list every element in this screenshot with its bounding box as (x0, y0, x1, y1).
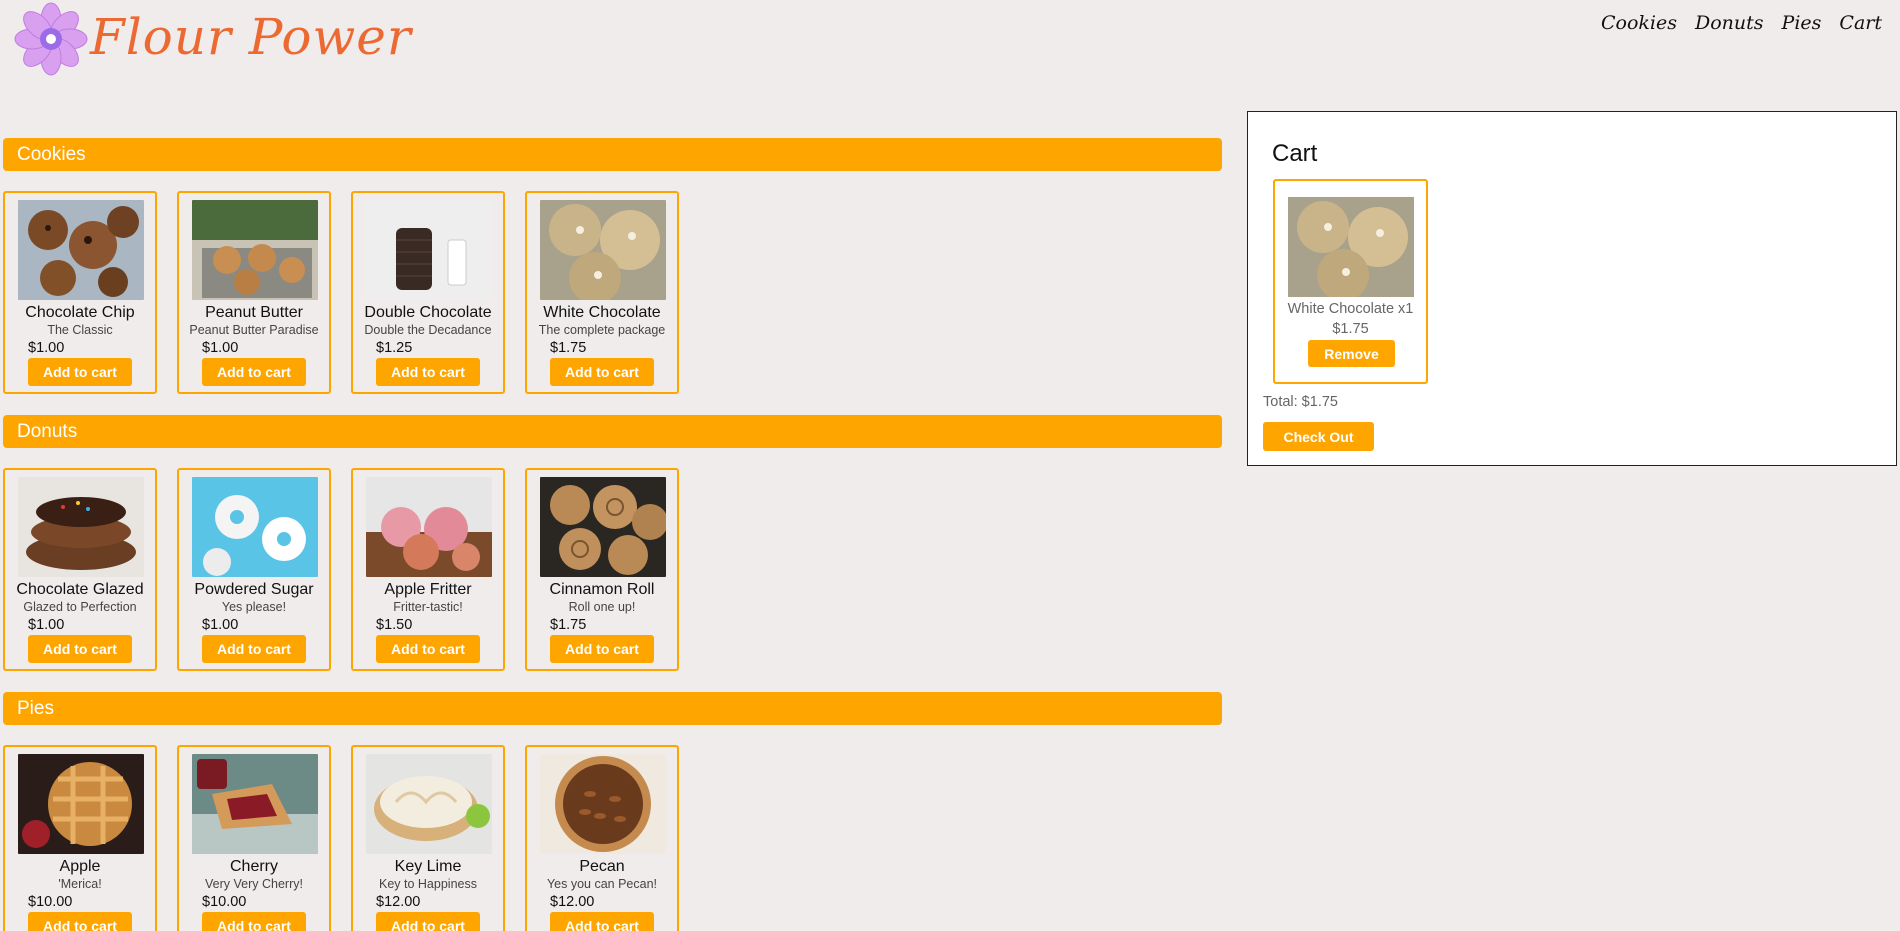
add-to-cart-button[interactable]: Add to cart (550, 912, 654, 931)
cart-item-label: White Chocolate x1 (1287, 301, 1414, 317)
product-price: $10.00 (28, 894, 73, 910)
product-row-donuts: Chocolate Glazed Glazed to Perfection $1… (3, 468, 679, 671)
product-price: $1.75 (550, 617, 587, 633)
product-description: The Classic (47, 323, 113, 337)
product-description: Yes please! (221, 600, 287, 614)
remove-button[interactable]: Remove (1308, 340, 1395, 367)
product-price: $1.00 (28, 617, 65, 633)
product-price: $1.75 (550, 340, 587, 356)
product-card: Chocolate Chip The Classic $1.00 Add to … (3, 191, 157, 394)
section-header-pies: Pies (3, 692, 1222, 725)
product-image-apple-pie (18, 754, 144, 854)
product-card: Cinnamon Roll Roll one up! $1.75 Add to … (525, 468, 679, 671)
product-description: Roll one up! (568, 600, 636, 614)
cart-panel: Cart White Chocolate x1 $1.75 Remove Tot… (1247, 111, 1897, 466)
add-to-cart-button[interactable]: Add to cart (202, 358, 306, 386)
product-image-key-lime-pie (366, 754, 492, 854)
product-name: Chocolate Glazed (16, 581, 144, 598)
product-name: Apple (59, 858, 101, 875)
product-description: Glazed to Perfection (23, 600, 137, 614)
product-name: Cherry (229, 858, 278, 875)
product-image-chocolate-chip (18, 200, 144, 300)
product-name: Pecan (579, 858, 625, 875)
product-image-cherry-pie (192, 754, 318, 854)
product-name: Cinnamon Roll (549, 581, 655, 598)
product-row-cookies: Chocolate Chip The Classic $1.00 Add to … (3, 191, 679, 394)
product-image-pecan-pie (540, 754, 666, 854)
add-to-cart-button[interactable]: Add to cart (28, 358, 132, 386)
nav-link-donuts[interactable]: Donuts (1695, 12, 1764, 34)
cart-total: Total: $1.75 (1263, 394, 1338, 410)
nav-link-pies[interactable]: Pies (1782, 12, 1822, 34)
product-description: Very Very Cherry! (205, 877, 303, 891)
add-to-cart-button[interactable]: Add to cart (550, 358, 654, 386)
brand-name[interactable]: Flour Power (90, 8, 412, 66)
product-card: Peanut Butter Peanut Butter Paradise $1.… (177, 191, 331, 394)
product-name: White Chocolate (543, 304, 661, 321)
add-to-cart-button[interactable]: Add to cart (28, 912, 132, 931)
nav-link-cookies[interactable]: Cookies (1601, 12, 1677, 34)
product-card: Chocolate Glazed Glazed to Perfection $1… (3, 468, 157, 671)
product-price: $1.00 (202, 340, 239, 356)
product-description: Yes you can Pecan! (546, 877, 658, 891)
add-to-cart-button[interactable]: Add to cart (550, 635, 654, 663)
product-image-apple-fritter (366, 477, 492, 577)
cart-item-price: $1.75 (1332, 321, 1369, 337)
checkout-button[interactable]: Check Out (1263, 422, 1374, 451)
product-price: $1.25 (376, 340, 413, 356)
cart-item: White Chocolate x1 $1.75 Remove (1273, 179, 1428, 384)
product-image-peanut-butter (192, 200, 318, 300)
section-header-cookies: Cookies (3, 138, 1222, 171)
product-description: The complete package (538, 323, 666, 337)
product-name: Double Chocolate (364, 304, 492, 321)
product-card: Key Lime Key to Happiness $12.00 Add to … (351, 745, 505, 931)
product-description: Peanut Butter Paradise (189, 323, 319, 337)
product-image-chocolate-glazed (18, 477, 144, 577)
product-name: Key Lime (394, 858, 462, 875)
cart-title: Cart (1272, 140, 1318, 167)
product-card: Cherry Very Very Cherry! $10.00 Add to c… (177, 745, 331, 931)
product-description: Fritter-tastic! (393, 600, 463, 614)
product-card: Apple 'Merica! $10.00 Add to cart (3, 745, 157, 931)
add-to-cart-button[interactable]: Add to cart (28, 635, 132, 663)
product-name: Chocolate Chip (25, 304, 135, 321)
product-image-double-chocolate (366, 200, 492, 300)
product-card: White Chocolate The complete package $1.… (525, 191, 679, 394)
product-price: $1.50 (376, 617, 413, 633)
product-price: $1.00 (202, 617, 239, 633)
add-to-cart-button[interactable]: Add to cart (376, 912, 480, 931)
product-image-cinnamon-roll (540, 477, 666, 577)
product-name: Apple Fritter (384, 581, 472, 598)
add-to-cart-button[interactable]: Add to cart (376, 635, 480, 663)
add-to-cart-button[interactable]: Add to cart (376, 358, 480, 386)
product-description: 'Merica! (58, 877, 102, 891)
nav-link-cart[interactable]: Cart (1839, 12, 1882, 34)
product-description: Key to Happiness (379, 877, 477, 891)
flower-logo-icon[interactable] (12, 0, 90, 78)
product-card: Powdered Sugar Yes please! $1.00 Add to … (177, 468, 331, 671)
site-header: Flour Power Cookies Donuts Pies Cart (0, 0, 1900, 90)
product-price: $1.00 (28, 340, 65, 356)
product-card: Apple Fritter Fritter-tastic! $1.50 Add … (351, 468, 505, 671)
product-name: Peanut Butter (205, 304, 303, 321)
product-card: Pecan Yes you can Pecan! $12.00 Add to c… (525, 745, 679, 931)
product-price: $12.00 (550, 894, 595, 910)
add-to-cart-button[interactable]: Add to cart (202, 912, 306, 931)
product-price: $12.00 (376, 894, 421, 910)
product-image-powdered-sugar (192, 477, 318, 577)
product-image-white-chocolate (540, 200, 666, 300)
section-header-donuts: Donuts (3, 415, 1222, 448)
product-card: Double Chocolate Double the Decadance $1… (351, 191, 505, 394)
main-nav: Cookies Donuts Pies Cart (1601, 12, 1882, 34)
add-to-cart-button[interactable]: Add to cart (202, 635, 306, 663)
product-description: Double the Decadance (364, 323, 492, 337)
product-price: $10.00 (202, 894, 247, 910)
product-row-pies: Apple 'Merica! $10.00 Add to cart Cherry… (3, 745, 679, 931)
product-name: Powdered Sugar (194, 581, 314, 598)
cart-item-image (1288, 197, 1414, 297)
